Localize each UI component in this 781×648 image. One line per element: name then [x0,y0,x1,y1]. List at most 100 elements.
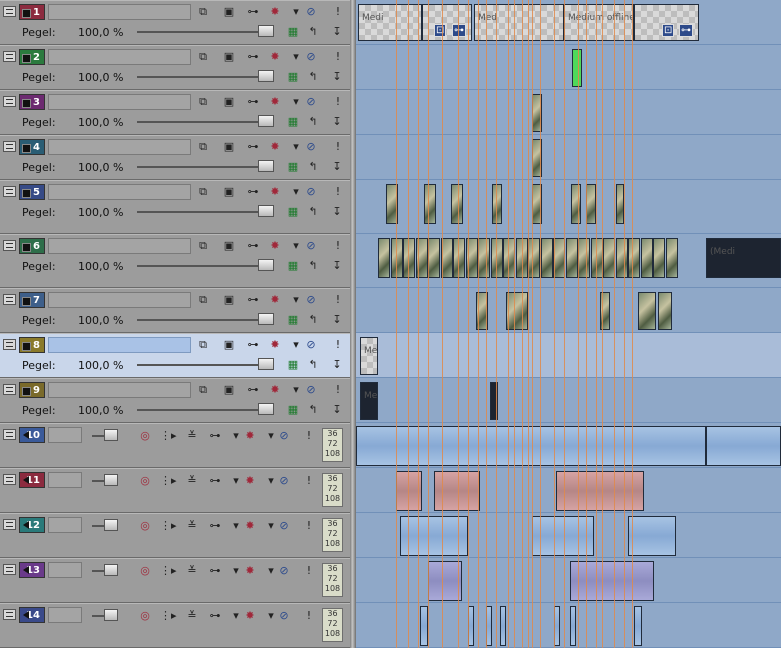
audio-clip[interactable] [570,561,654,601]
track-motion-icon[interactable]: ⊶ [246,293,260,307]
input-fx-icon[interactable]: ⋮▸ [160,429,177,443]
level-slider-thumb[interactable] [258,313,274,325]
arrow-down-icon[interactable]: ↧ [330,205,344,219]
timeline-marker[interactable] [586,0,587,648]
arrow-down-icon[interactable]: ↧ [330,25,344,39]
track-name-field[interactable] [48,238,191,254]
level-slider-thumb[interactable] [258,115,274,127]
timeline-marker[interactable] [514,0,515,648]
composite-mode-icon[interactable]: ⧉ [196,383,210,397]
track-motion-icon[interactable]: ⊶ [246,239,260,253]
track-fx-icon[interactable]: ✸ [268,338,282,352]
level-slider-thumb[interactable] [258,259,274,271]
video-track-header[interactable]: 9 ⧉ ▣ ⊶ ✸ ▾ ⊘! Pegel: 100,0 % ▦ ↰ ↧ [0,378,350,423]
minimize-track-icon[interactable] [3,186,16,197]
solo-icon[interactable]: ! [331,293,345,307]
dropdown-icon[interactable]: ▾ [229,519,243,533]
timeline-marker[interactable] [564,0,565,648]
mute-icon[interactable]: ⊘ [277,564,291,578]
dropdown-icon[interactable]: ▾ [289,95,303,109]
solo-icon[interactable]: ! [331,383,345,397]
dropdown-icon[interactable]: ▾ [229,474,243,488]
timeline-marker[interactable] [602,0,603,648]
video-clip[interactable] [528,238,540,278]
video-clip[interactable] [492,184,502,224]
automation-icon[interactable]: ▦ [286,70,300,84]
record-arm-icon[interactable]: ◎ [138,609,152,623]
level-slider-thumb[interactable] [258,70,274,82]
timeline-marker[interactable] [408,0,409,648]
video-clip[interactable] [506,292,528,330]
timeline-marker[interactable] [522,0,523,648]
minimize-track-icon[interactable] [3,51,16,62]
audio-clip[interactable] [420,606,428,646]
video-clip[interactable] [615,238,628,278]
invert-phase-icon[interactable]: ≚ [185,519,199,533]
record-arm-icon[interactable]: ◎ [138,429,152,443]
track-motion-icon[interactable]: ⊶ [246,95,260,109]
minimize-track-icon[interactable] [3,384,16,395]
automation-mode-icon[interactable]: ⊶ [208,429,222,443]
audio-track-lane[interactable] [356,558,781,603]
level-slider-thumb[interactable] [258,160,274,172]
arrow-down-icon[interactable]: ↧ [330,358,344,372]
track-fx-icon[interactable]: ✸ [268,185,282,199]
composite-mode-icon[interactable]: ⧉ [196,185,210,199]
mute-icon[interactable]: ⊘ [304,239,318,253]
video-clip[interactable] [658,292,672,330]
solo-icon[interactable]: ! [331,50,345,64]
input-fx-icon[interactable]: ⋮▸ [160,564,177,578]
track-name-field[interactable] [48,292,191,308]
solo-icon[interactable]: ! [331,140,345,154]
volume-fader-thumb[interactable] [104,474,118,486]
parent-track-icon[interactable]: ▣ [222,5,236,19]
arrow-down-icon[interactable]: ↧ [330,115,344,129]
automation-mode-icon[interactable]: ⊶ [208,564,222,578]
timeline-marker[interactable] [396,0,397,648]
dropdown-icon[interactable]: ▾ [264,474,278,488]
offline-clip[interactable]: Med [474,4,564,41]
minimize-track-icon[interactable] [3,609,16,620]
mute-icon[interactable]: ⊘ [304,338,318,352]
track-fx-icon[interactable]: ✸ [243,429,257,443]
level-slider-track[interactable] [137,211,265,213]
arrow-down-icon[interactable]: ↧ [330,259,344,273]
audio-clip[interactable] [500,606,506,646]
video-clip[interactable] [453,238,465,278]
dropdown-icon[interactable]: ▾ [229,429,243,443]
solo-icon[interactable]: ! [302,564,316,578]
composite-mode-icon[interactable]: ⧉ [196,239,210,253]
video-clip[interactable] [428,238,440,278]
track-motion-icon[interactable]: ⊶ [246,5,260,19]
timeline-marker[interactable] [496,0,497,648]
timeline-marker[interactable] [540,0,541,648]
video-track-header[interactable]: 2 ⧉ ▣ ⊶ ✸ ▾ ⊘! Pegel: 100,0 % ▦ ↰ ↧ [0,45,350,90]
automation-icon[interactable]: ▦ [286,160,300,174]
timeline-marker[interactable] [468,0,469,648]
record-arm-icon[interactable]: ◎ [138,564,152,578]
dropdown-icon[interactable]: ▾ [289,338,303,352]
video-track-lane[interactable] [356,90,781,135]
timeline-marker[interactable] [596,0,597,648]
track-motion-icon[interactable]: ⊶ [246,185,260,199]
video-clip[interactable] [616,184,624,224]
automation-icon[interactable]: ▦ [286,403,300,417]
arrow-up-icon[interactable]: ↰ [306,403,320,417]
clip-fx-icon[interactable]: ⊶ [452,24,466,37]
level-slider-thumb[interactable] [258,25,274,37]
track-name-field[interactable] [48,184,191,200]
timeline-marker[interactable] [532,0,533,648]
audio-clip[interactable] [706,426,781,466]
parent-track-icon[interactable]: ▣ [222,239,236,253]
track-name-field[interactable] [48,607,82,623]
automation-mode-icon[interactable]: ⊶ [208,519,222,533]
minimize-track-icon[interactable] [3,6,16,17]
video-track-header[interactable]: 7 ⧉ ▣ ⊶ ✸ ▾ ⊘! Pegel: 100,0 % ▦ ↰ ↧ [0,288,350,333]
record-arm-icon[interactable]: ◎ [138,474,152,488]
solo-icon[interactable]: ! [331,5,345,19]
input-fx-icon[interactable]: ⋮▸ [160,609,177,623]
level-slider-track[interactable] [137,121,265,123]
track-name-field[interactable] [48,517,82,533]
audio-clip[interactable] [532,516,594,556]
composite-mode-icon[interactable]: ⧉ [196,50,210,64]
